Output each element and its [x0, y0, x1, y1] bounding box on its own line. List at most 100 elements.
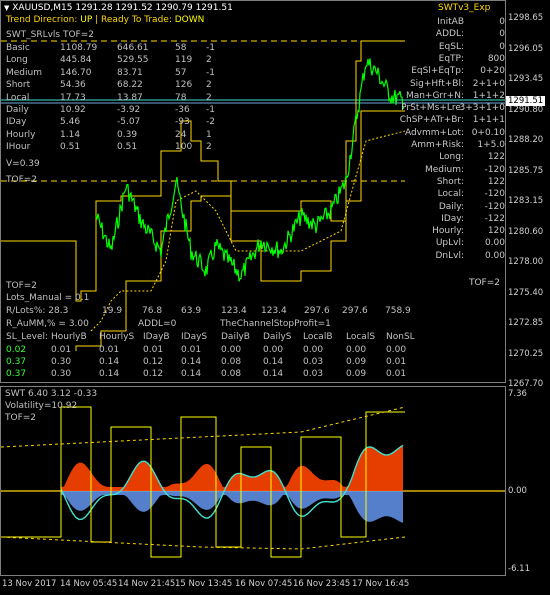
sl-cell: 0.12	[143, 357, 164, 367]
price-tick: 1283.15	[508, 196, 544, 206]
sl-cell: 0.08	[221, 369, 242, 379]
rlots-cell: R/Lots%: 28.3	[6, 306, 69, 316]
levels-cell: 17.73	[60, 92, 86, 103]
levels-cell: Daily	[6, 105, 29, 115]
levels-cell: IHour	[6, 142, 31, 153]
date-tick: 13 Nov 2017	[2, 579, 57, 589]
sl-header: IDayS	[181, 332, 208, 342]
sl-cell: 0.09	[346, 369, 367, 379]
levels-cell: 2	[206, 80, 212, 91]
info-label: Man+Grr+N:	[405, 90, 464, 101]
rlots-cell: 297.6	[342, 306, 368, 316]
levels-cell: -36	[175, 105, 190, 115]
osc-axis-top: 7.36	[508, 389, 527, 399]
oscillator-chart[interactable]	[1, 387, 505, 575]
info-label: Advmm+Lot:	[404, 127, 464, 138]
levels-cell: -1	[206, 43, 215, 53]
levels-cell: 54.36	[60, 80, 86, 91]
info-value: 120	[487, 226, 505, 237]
osc-tof-label: TOF=2	[5, 413, 37, 423]
sl-cell: 0.00	[221, 345, 242, 355]
info-value: 1+1+2	[472, 90, 505, 101]
sl-cell: 0.08	[221, 357, 242, 367]
info-label: EqSl+EqTp:	[411, 66, 464, 77]
current-price-label: 1291.51	[506, 96, 546, 106]
price-tick: 1267.70	[508, 379, 544, 389]
chart-header: ▼ XAUUSD,M15 1291.28 1291.52 1290.79 129…	[4, 3, 233, 13]
levels-cell: 13.87	[117, 92, 143, 103]
price-tick: 1272.85	[508, 318, 544, 328]
info-label: EqSL:	[438, 41, 464, 52]
srlvls-label: SWT_SRLvls TOF=2	[6, 30, 94, 40]
sl-cell: 0.12	[143, 369, 164, 379]
sl-cell: 0.01	[181, 345, 202, 355]
sl-cell: 0.37	[6, 369, 27, 379]
info-label: Short:	[436, 176, 464, 187]
price-tick: 1290.80	[508, 104, 544, 115]
info-label: EqTP:	[438, 53, 464, 64]
sl-cell: 0.14	[181, 357, 202, 367]
sl-cell: 0.01	[386, 369, 407, 379]
levels-cell: 146.70	[60, 67, 92, 78]
levels-cell: Local	[6, 92, 30, 103]
sl-header: LocalS	[346, 332, 376, 342]
bull-histogram-area	[61, 445, 403, 491]
price-tick: 1288.20	[508, 135, 544, 145]
levels-cell: Medium	[6, 67, 42, 78]
levels-cell: 529.55	[117, 55, 149, 66]
info-value: -120	[484, 189, 505, 200]
sl-cell: 0.14	[181, 369, 202, 379]
date-tick: 14 Nov 05:45	[60, 579, 118, 589]
levels-cell: 68.22	[117, 80, 143, 91]
levels-cell: -93	[175, 117, 190, 128]
levels-cell: 10.92	[60, 105, 86, 115]
down-arrow-icon: ▼	[4, 4, 10, 12]
info-label: IDay:	[441, 213, 464, 224]
sl-cell: 0.03	[303, 369, 324, 379]
info-label: Sig+Hft+Bl:	[409, 78, 464, 89]
info-value: 800	[487, 53, 505, 64]
date-tick: 14 Nov 21:45	[118, 579, 176, 589]
info-value: 0	[499, 17, 505, 27]
info-label: Hourly:	[432, 226, 464, 237]
levels-cell: 2	[206, 92, 212, 103]
sl-cell: 0.01	[143, 345, 164, 355]
levels-cell: 1	[206, 129, 212, 140]
date-tick: 16 Nov 07:45	[235, 579, 293, 589]
v-label: V=0.39	[6, 159, 40, 169]
oscillator-panel[interactable]	[0, 386, 506, 576]
levels-cell: 0.51	[60, 142, 81, 153]
rlots-cell: 758.9	[385, 306, 411, 316]
levels-cell: Hourly	[6, 129, 36, 140]
levels-cell: IDay	[6, 117, 27, 128]
levels-cell: 119	[175, 55, 193, 66]
rlots-cell: 76.8	[142, 306, 163, 316]
info-label: ChSP+ATr+Br:	[399, 115, 464, 126]
price-tick: 1278.00	[508, 257, 544, 267]
rlots-cell: 123.4	[221, 306, 247, 316]
levels-cell: 0.51	[117, 142, 138, 153]
info-label: Medium:	[424, 164, 464, 175]
info-value: 0+20	[480, 66, 505, 77]
info-label: InitAB	[437, 17, 464, 27]
channel-mid-line	[90, 130, 406, 332]
levels-cell: -5.07	[117, 117, 141, 128]
date-tick: 15 Nov 13:45	[175, 579, 233, 589]
levels-cell: Long	[6, 55, 28, 66]
levels-cell: 445.84	[60, 55, 92, 66]
sl-cell: 0.14	[263, 357, 284, 367]
tof-label: TOF=2	[6, 175, 38, 185]
sl-header: IDayB	[143, 332, 170, 342]
osc-title: SWT 6.40 3.12 -0.33	[5, 389, 98, 399]
sl-cell: 0.14	[263, 369, 284, 379]
info-label: DnLvl:	[435, 250, 464, 261]
upper-band-line	[1, 406, 406, 448]
sl-cell: 0.09	[346, 357, 367, 367]
levels-cell: 5.46	[60, 117, 81, 128]
levels-cell: -3.92	[117, 105, 141, 115]
addl-label: ADDL=0	[138, 319, 177, 329]
info-value: 122	[487, 176, 505, 187]
levels-cell: 57	[175, 67, 187, 78]
volatility-label: Volatility=10.92	[5, 401, 78, 411]
info-label: Amm+Risk:	[411, 140, 464, 150]
